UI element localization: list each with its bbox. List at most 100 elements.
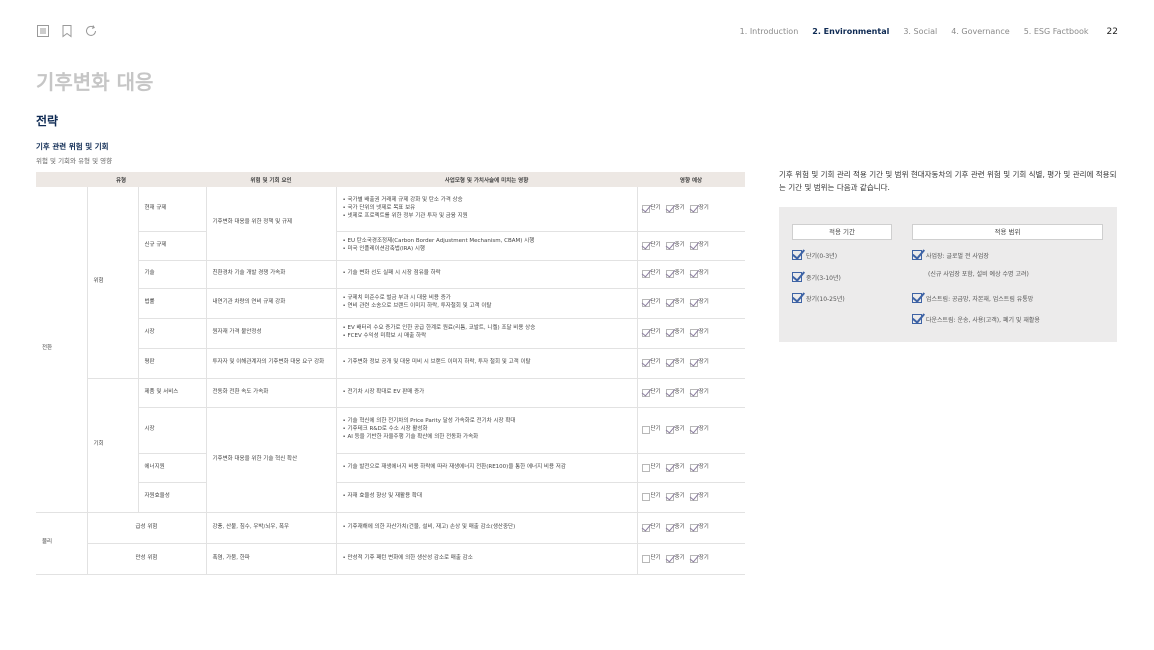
impact-cell: • EU 탄소국경조정제(Carbon Border Adjustment Me…	[336, 231, 637, 261]
checked-box-icon	[641, 270, 650, 278]
checked-box-icon	[689, 463, 698, 472]
checkbox-icon	[912, 250, 922, 260]
period-item: 단기(0-3년)	[792, 250, 837, 260]
term-label: 장기	[698, 388, 709, 395]
scope-item: 다운스트림: 운송, 사용(고객), 폐기 및 재활용	[912, 314, 1040, 324]
checked-box-icon	[689, 388, 698, 397]
header-type: 유형	[36, 172, 206, 187]
checked-box-icon	[641, 359, 650, 367]
scope-paragraph: 기후 위험 및 기회 관리 적용 기간 및 범위 현대자동차의 기후 관련 위험…	[779, 170, 1117, 193]
term-label: 장기	[698, 329, 709, 336]
expected-term-cell: 단기 중기 장기	[636, 187, 745, 232]
table-row: 시장 원자재 가격 불안정성 • EV 배터리 수요 증가로 인한 공급 한계로 원…	[36, 318, 745, 349]
checkbox-icon	[912, 314, 922, 324]
term-label: 장기	[698, 426, 709, 433]
bookmark-icon[interactable]	[60, 24, 74, 38]
impact-cell: • 만성적 기후 패턴 변화에 의한 생산성 감소로 매출 감소	[336, 543, 637, 575]
term-checkbox: 단기	[641, 554, 661, 563]
risk-subtype: 법률	[138, 288, 207, 319]
table-header-row: 유형 위험 및 기회 요인 사업모형 및 가치사슬에 미치는 영향 영향 예상	[36, 172, 745, 187]
impact-bullet: • 국가별 배출권 거래제 규제 강화 및 탄소 가격 상승	[342, 196, 463, 203]
nav-introduction[interactable]: 1. Introduction	[740, 27, 799, 36]
term-checkbox: 장기	[689, 241, 709, 250]
nav-environmental[interactable]: 2. Environmental	[812, 27, 889, 36]
page-title: 기후변화 대응	[36, 70, 154, 94]
impact-cell: • 기후변화 정보 공개 및 대응 미비 시 브랜드 이미지 하락, 투자 철회…	[336, 348, 637, 379]
nav-governance[interactable]: 4. Governance	[951, 27, 1009, 36]
empty-box-icon	[641, 493, 650, 501]
expected-term-cell: 단기 중기 장기	[636, 288, 745, 319]
term-label: 중기	[674, 523, 685, 530]
checked-box-icon	[665, 523, 674, 532]
term-checkbox: 단기	[641, 299, 661, 307]
expected-term-cell: 단기 중기 장기	[636, 231, 745, 261]
impact-bullet: • 기후테크 R&D로 수소 시장 활성화	[342, 426, 428, 433]
term-checkbox: 중기	[665, 388, 685, 397]
menu-icon[interactable]	[36, 24, 50, 38]
risk-factor: 친환경차 기술 개발 경쟁 가속화	[206, 260, 337, 289]
table-row: 기회 제품 및 서비스 전동화 전환 속도 가속화 • 전기차 시장 확대로 EV 판…	[36, 378, 745, 513]
table-row: 법률 내연기관 차량의 연비 규제 강화 • 규제치 미준수로 벌금 부과 시 대응…	[36, 288, 745, 319]
top-bar: 1. Introduction 2. Environmental 3. Soci…	[36, 24, 1118, 44]
checkbox-icon	[792, 272, 802, 282]
group-transition: 전환	[36, 187, 88, 513]
checked-box-icon	[641, 329, 650, 337]
impact-cell: • 규제치 미준수로 벌금 부과 시 대응 비용 증가 • 연비 관련 소송으로 …	[336, 288, 637, 319]
risk-subtype: 급성 위험	[87, 512, 207, 544]
risk-factor: 폭염, 가뭄, 한파	[206, 543, 337, 575]
period-item: 장기(10-25년)	[792, 293, 845, 303]
checked-box-icon	[665, 463, 674, 472]
impact-cell: • 기술 변화 선도 실패 시 시장 점유율 하락	[336, 260, 637, 289]
table-row: 자원효율성 • 자재 효율성 향상 및 재활용 확대 단기 중기 장기	[36, 482, 745, 513]
term-label: 중기	[674, 299, 685, 306]
subgroup-opportunity: 기회	[87, 378, 139, 513]
nav-social[interactable]: 3. Social	[903, 27, 937, 36]
table-caption: 위험 및 기회와 유형 및 영향	[36, 157, 113, 165]
impact-bullet: • 기술 혁신에 의한 전기차의 Price Parity 달성 가속화로 전기…	[342, 418, 516, 425]
checkbox-icon	[792, 293, 802, 303]
term-label: 장기	[698, 359, 709, 366]
expected-term-cell: 단기 중기 장기	[636, 543, 745, 575]
term-checkbox: 단기	[641, 270, 661, 278]
impact-cell: • 국가별 배출권 거래제 규제 강화 및 탄소 가격 상승 • 국가 단위의 넷…	[336, 187, 637, 232]
term-label: 중기	[674, 270, 685, 277]
expected-term-cell: 단기 중기 장기	[636, 260, 745, 289]
scope-panel: 적용 기간 적용 범위 단기(0-3년) 중기(3-10년) 장기(10-25년…	[779, 207, 1117, 342]
term-checkbox: 중기	[665, 270, 685, 278]
risk-subtype: 기술	[138, 260, 207, 289]
empty-box-icon	[641, 463, 650, 472]
table-row: 평판 투자자 및 이해관계자의 기후변화 대응 요구 강화 • 기후변화 정보 공개…	[36, 348, 745, 379]
scope-note: (신규 사업장 포함, 설비 예상 수명 고려)	[928, 271, 1029, 278]
toolbar	[36, 24, 98, 38]
term-label: 중기	[674, 359, 685, 366]
term-checkbox: 중기	[665, 426, 685, 434]
expected-term-cell: 단기 중기 장기	[636, 407, 745, 454]
checked-box-icon	[665, 554, 674, 563]
term-checkbox: 단기	[641, 329, 661, 337]
term-checkbox: 중기	[665, 299, 685, 307]
risk-subtype: 제품 및 서비스	[138, 378, 207, 408]
impact-bullet: • EV 배터리 수요 증가로 인한 공급 한계로 원료(리튬, 코발트, 니켈…	[342, 325, 536, 332]
impact-bullet: • 규제치 미준수로 벌금 부과 시 대응 비용 증가	[342, 295, 451, 302]
expected-term-cell: 단기 중기 장기	[636, 453, 745, 483]
risk-subtype: 에너지원	[138, 453, 207, 483]
section-title: 전략	[36, 114, 59, 128]
checked-box-icon	[641, 241, 650, 250]
risk-subtype: 자원효율성	[138, 482, 207, 513]
refresh-icon[interactable]	[84, 24, 98, 38]
term-label: 단기	[650, 388, 661, 395]
impact-bullet: • 기후변화 정보 공개 및 대응 미비 시 브랜드 이미지 하락, 투자 철회…	[342, 359, 531, 366]
checked-box-icon	[689, 329, 698, 337]
checked-box-icon	[689, 270, 698, 278]
nav-esg-factbook[interactable]: 5. ESG Factbook	[1024, 27, 1089, 36]
checkbox-icon	[792, 250, 802, 260]
term-checkbox: 중기	[665, 493, 685, 501]
impact-cell: • EV 배터리 수요 증가로 인한 공급 한계로 원료(리튬, 코발트, 니켈…	[336, 318, 637, 349]
checked-box-icon	[665, 426, 674, 434]
checked-box-icon	[641, 204, 650, 213]
term-checkbox: 단기	[641, 523, 661, 532]
period-item: 중기(3-10년)	[792, 272, 841, 282]
term-label: 장기	[698, 554, 709, 561]
expected-term-cell: 단기 중기 장기	[636, 482, 745, 513]
term-checkbox: 장기	[689, 554, 709, 563]
